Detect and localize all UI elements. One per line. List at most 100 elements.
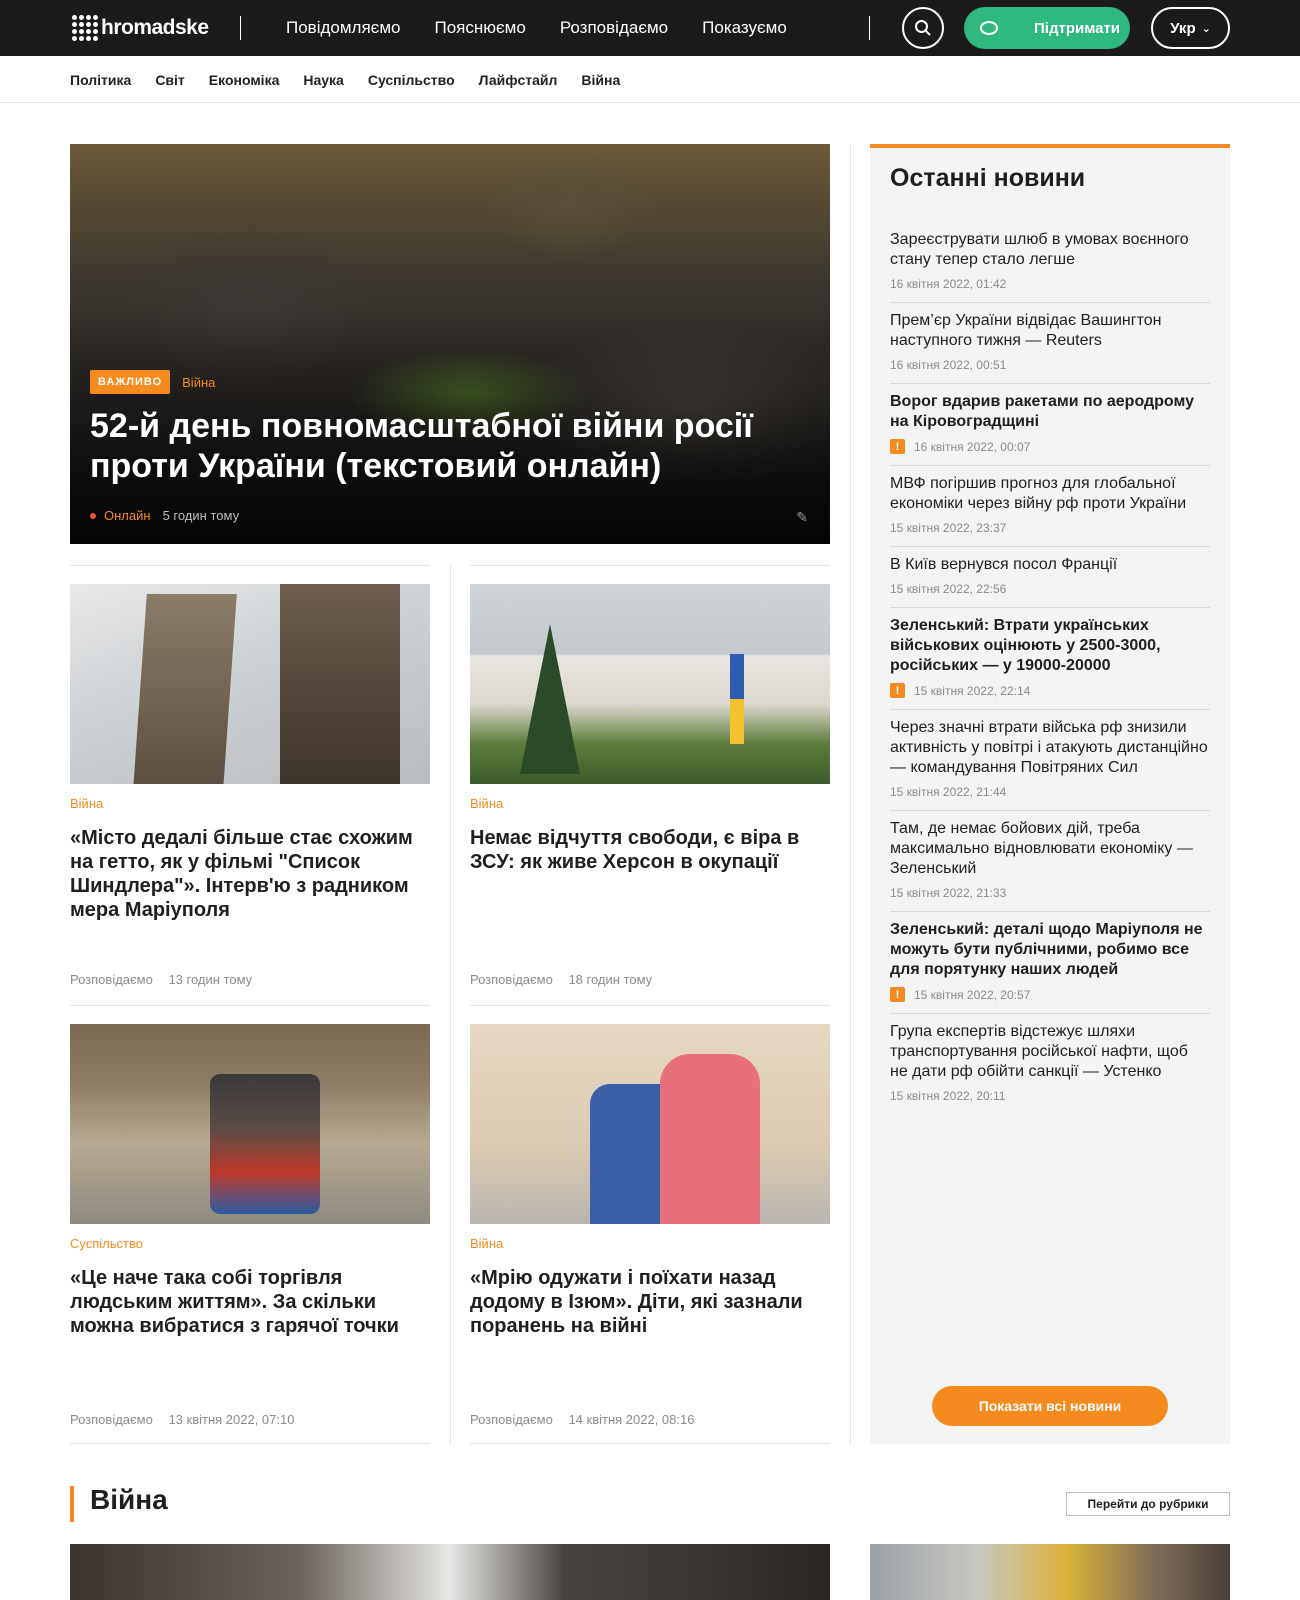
news-list: Зареєструвати шлюб в умовах воєнного ста… [890,222,1210,1114]
important-badge: ВАЖЛИВО [90,370,171,394]
article-category[interactable]: Війна [70,796,430,812]
nav-item[interactable]: Розповідаємо [560,18,668,38]
article-card[interactable]: Війна «Мрію одужати і поїхати назад додо… [470,1024,830,1427]
article-image [70,584,430,784]
article-image [470,1024,830,1224]
article-section[interactable]: Розповідаємо [70,1412,153,1427]
news-time: 15 квітня 2022, 22:14 [914,683,1031,698]
article-card[interactable]: Війна Немає відчуття свободи, є віра в З… [470,584,830,987]
go-to-section-button[interactable]: Перейти до рубрики [1066,1492,1230,1516]
article-title[interactable]: «Місто дедалі більше стає схожим на гетт… [70,826,430,922]
nav-item[interactable]: Показуємо [702,18,787,38]
article-category[interactable]: Суспільство [70,1236,430,1252]
article-title[interactable]: Немає відчуття свободи, є віра в ЗСУ: як… [470,826,830,874]
show-all-news-button[interactable]: Показати всі новини [932,1386,1168,1426]
section-accent [70,1486,74,1522]
news-title[interactable]: Зеленський: Втрати українських військови… [890,616,1210,676]
article-category[interactable]: Війна [470,796,830,812]
important-icon: ! [890,987,905,1002]
category-link[interactable]: Війна [581,72,620,88]
latest-news-sidebar: Останні новини Зареєструвати шлюб в умов… [870,144,1230,1444]
search-button[interactable] [902,7,944,49]
news-item[interactable]: В Київ вернувся посол Франції 15 квітня 2… [890,547,1210,608]
article-section[interactable]: Розповідаємо [470,1412,553,1427]
news-title[interactable]: Зеленський: деталі щодо Маріуполя не мож… [890,920,1210,980]
article-time: 14 квітня 2022, 08:16 [568,1412,695,1427]
article-time: 18 годин тому [568,972,653,987]
category-link[interactable]: Економіка [209,72,280,88]
news-item[interactable]: Ворог вдарив ракетами по аеродрому на Кі… [890,384,1210,466]
language-label: Укр [1170,19,1196,37]
article-card[interactable]: Війна «Місто дедалі більше стає схожим н… [70,584,430,987]
section-title: Війна [90,1484,168,1515]
news-time: 15 квітня 2022, 21:44 [890,785,1007,799]
article-section[interactable]: Розповідаємо [70,972,153,987]
nav-item[interactable]: Пояснюємо [434,18,525,38]
language-selector[interactable]: Укр ⌄ [1151,7,1230,49]
category-nav: Політика Світ Економіка Наука Суспільств… [0,56,1300,103]
search-icon [915,20,931,36]
article-card[interactable]: Суспільство «Це наче така собі торгівля … [70,1024,430,1427]
divider [70,1005,430,1006]
divider [450,565,451,1445]
news-item[interactable]: Зеленський: Втрати українських військови… [890,608,1210,710]
main-nav: Повідомляємо Пояснюємо Розповідаємо Пока… [286,0,821,56]
support-label: Підтримати [1034,19,1121,37]
news-title[interactable]: Через значні втрати війська рф знизили а… [890,718,1210,778]
news-title[interactable]: Група експертів відстежує шляхи транспор… [890,1022,1210,1082]
article-section[interactable]: Розповідаємо [470,972,553,987]
news-time: 15 квітня 2022, 23:37 [890,521,1007,535]
divider [470,1005,830,1006]
category-link[interactable]: Світ [155,72,184,88]
divider [470,1443,830,1444]
important-icon: ! [890,683,905,698]
news-item[interactable]: Через значні втрати війська рф знизили а… [890,710,1210,811]
support-button[interactable]: Підтримати [964,7,1130,49]
category-link[interactable]: Наука [303,72,343,88]
hero-category[interactable]: Війна [182,375,215,390]
hero-title[interactable]: 52-й день повномасштабної війни росії пр… [90,406,810,486]
news-item[interactable]: Група експертів відстежує шляхи транспор… [890,1014,1210,1114]
coins-icon [980,21,998,35]
article-title[interactable]: «Мрію одужати і поїхати назад додому в І… [470,1266,830,1338]
category-link[interactable]: Лайфстайл [479,72,558,88]
divider [850,144,851,1444]
news-item[interactable]: Зеленський: деталі щодо Маріуполя не мож… [890,912,1210,1014]
category-link[interactable]: Політика [70,72,131,88]
chevron-down-icon: ⌄ [1201,22,1211,35]
news-time: 16 квітня 2022, 00:07 [914,439,1031,454]
article-image[interactable] [70,1544,830,1600]
news-time: 15 квітня 2022, 20:11 [890,1089,1006,1103]
news-item[interactable]: МВФ погіршив прогноз для глобальної екон… [890,466,1210,547]
article-category[interactable]: Війна [470,1236,830,1252]
news-title[interactable]: Ворог вдарив ракетами по аеродрому на Кі… [890,392,1210,432]
news-time: 16 квітня 2022, 00:51 [890,358,1007,372]
news-title[interactable]: Прем’єр України відвідає Вашингтон насту… [890,311,1210,351]
article-image [470,584,830,784]
news-time: 16 квітня 2022, 01:42 [890,277,1007,291]
divider [70,565,430,566]
news-item[interactable]: Зареєструвати шлюб в умовах воєнного ста… [890,222,1210,303]
article-time: 13 годин тому [168,972,253,987]
top-bar: hromadske Повідомляємо Пояснюємо Розпові… [0,0,1300,56]
live-label: Онлайн [104,508,151,523]
hero-time: 5 годин тому [162,508,240,523]
article-title[interactable]: «Це наче така собі торгівля людським жит… [70,1266,430,1338]
article-image [70,1024,430,1224]
news-item[interactable]: Прем’єр України відвідає Вашингтон насту… [890,303,1210,384]
news-title[interactable]: Зареєструвати шлюб в умовах воєнного ста… [890,230,1210,270]
news-title[interactable]: МВФ погіршив прогноз для глобальної екон… [890,474,1210,514]
nav-item[interactable]: Повідомляємо [286,18,400,38]
news-title[interactable]: Там, де немає бойових дій, треба максима… [890,819,1210,879]
news-item[interactable]: Там, де немає бойових дій, треба максима… [890,811,1210,912]
category-link[interactable]: Суспільство [368,72,455,88]
logo-icon [72,15,98,41]
pencil-icon: ✎ [796,509,808,525]
logo-text: hromadske [101,16,209,39]
hero-article[interactable]: ВАЖЛИВО Війна 52-й день повномасштабної … [70,144,830,544]
article-image[interactable] [870,1544,1230,1600]
news-title[interactable]: В Київ вернувся посол Франції [890,555,1210,575]
logo[interactable]: hromadske [72,12,209,44]
article-time: 13 квітня 2022, 07:10 [168,1412,295,1427]
divider [470,565,830,566]
